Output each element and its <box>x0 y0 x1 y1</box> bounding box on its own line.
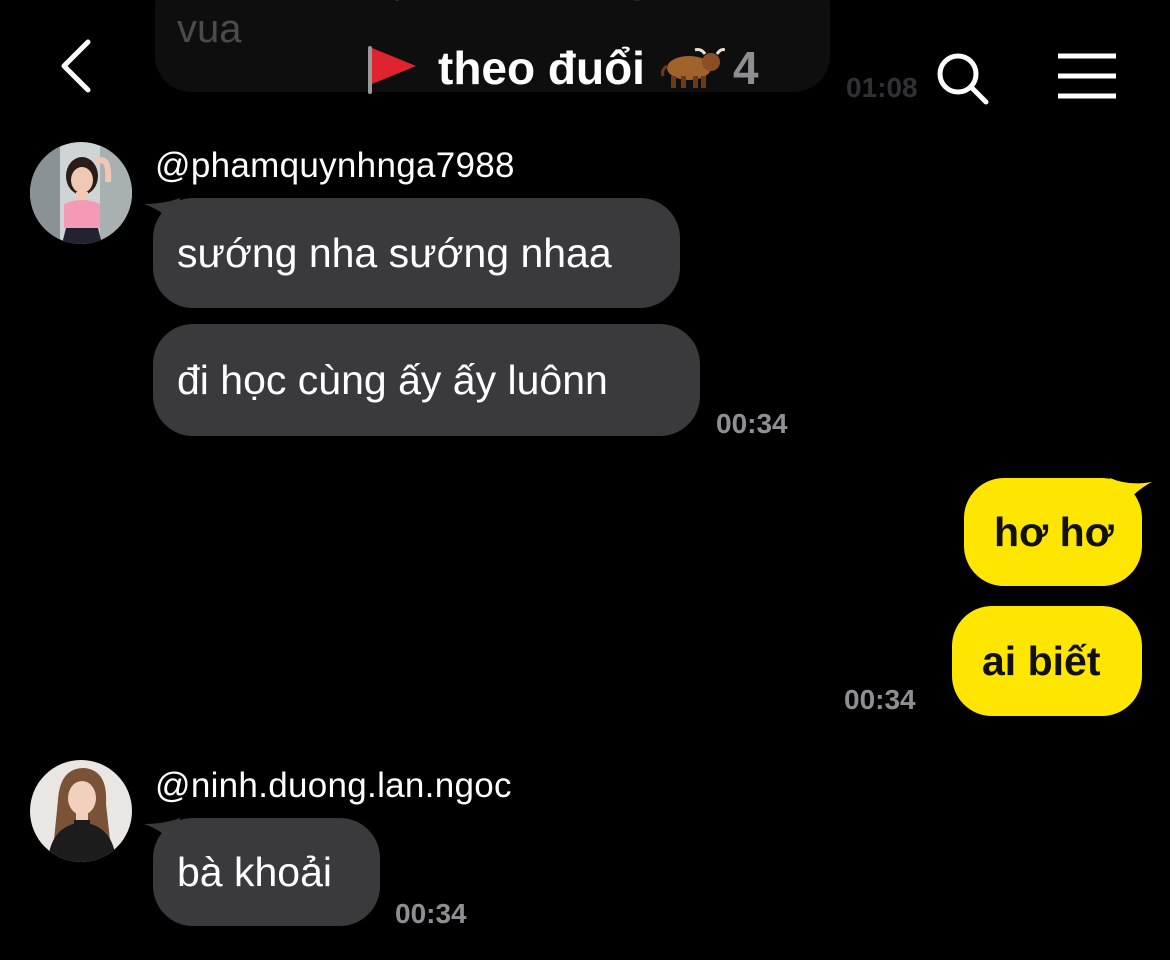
search-icon <box>937 53 989 105</box>
avatar[interactable] <box>30 760 132 862</box>
message-text: hơ hơ <box>994 509 1114 555</box>
back-chevron-icon <box>61 39 91 93</box>
menu-icon <box>1058 53 1116 99</box>
chat-title[interactable]: theo đuổi 4 <box>360 38 759 98</box>
ox-icon <box>659 46 726 90</box>
message-time: 00:34 <box>395 898 467 929</box>
chat-header: theo đuổi 4 <box>0 0 1170 135</box>
sender-username[interactable]: @phamquynhnga7988 <box>155 146 515 186</box>
message-time: 00:34 <box>844 684 916 715</box>
message-text: bà khoải <box>177 849 333 895</box>
message-time: 00:34 <box>716 408 788 439</box>
message-text: ai biết <box>982 638 1101 684</box>
message-bubble[interactable]: bà khoải <box>153 818 380 926</box>
red-flag-icon <box>360 40 422 96</box>
message-bubble[interactable]: ai biết <box>952 606 1142 716</box>
menu-button[interactable] <box>1056 50 1118 102</box>
message-bubble[interactable]: đi học cùng ấy ấy luônn <box>153 324 700 436</box>
message-bubble[interactable]: sướng nha sướng nhaa <box>153 198 680 308</box>
chat-title-text: theo đuổi <box>438 42 645 94</box>
member-count: 4 <box>732 42 759 94</box>
back-button[interactable] <box>52 30 112 100</box>
message-text: sướng nha sướng nhaa <box>177 230 612 276</box>
message-bubble[interactable]: hơ hơ <box>964 478 1142 586</box>
message-text: đi học cùng ấy ấy luônn <box>177 357 608 403</box>
sender-username[interactable]: @ninh.duong.lan.ngoc <box>155 766 512 806</box>
search-button[interactable] <box>932 48 994 110</box>
avatar[interactable] <box>30 142 132 244</box>
